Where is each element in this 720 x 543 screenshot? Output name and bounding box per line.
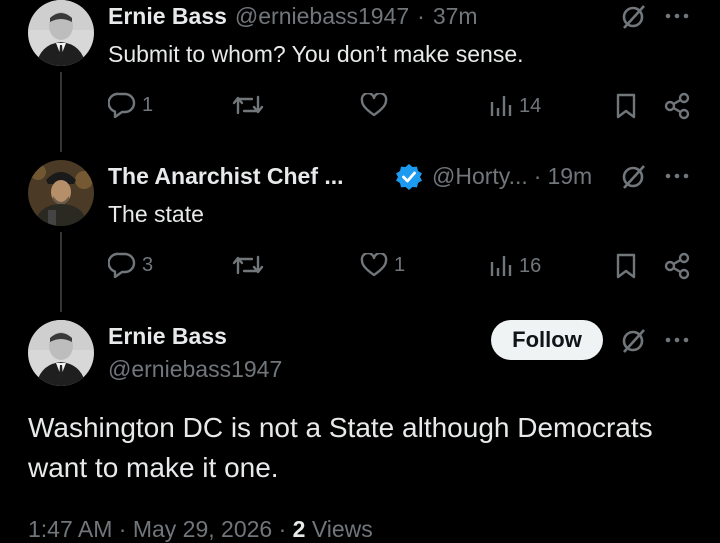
author-handle[interactable]: @erniebass1947 (108, 356, 282, 383)
more-icon[interactable] (664, 164, 690, 188)
views-icon (490, 256, 512, 276)
author-handle[interactable]: @Horty... (432, 163, 528, 190)
tweet-header: The Anarchist Chef ... (108, 163, 344, 190)
avatar[interactable] (28, 0, 94, 66)
separator: · (417, 3, 425, 29)
like-count: 1 (394, 253, 406, 276)
tweet-time[interactable]: 37m (433, 3, 478, 30)
like-button[interactable] (360, 93, 394, 117)
view-count: 14 (519, 94, 542, 117)
author-handle[interactable]: @erniebass1947 (235, 3, 409, 30)
views-button[interactable]: 14 (489, 94, 541, 118)
grok-icon[interactable] (618, 162, 648, 192)
separator: · (118, 516, 127, 542)
tweet-time[interactable]: 1:47 AM (28, 516, 112, 542)
view-count: 2 (292, 516, 306, 542)
heart-icon (360, 93, 388, 117)
author-name[interactable]: The Anarchist Chef ... (108, 163, 344, 190)
grok-icon[interactable] (618, 326, 648, 356)
tweet-timestamp-line: 1:47 AM · May 29, 2026 · 2 Views (28, 516, 373, 543)
main-tweet-text: Washington DC is not a State although De… (28, 412, 653, 483)
follow-button[interactable]: Follow (491, 320, 603, 360)
tweet-time[interactable]: 19m (547, 163, 592, 190)
share-icon[interactable] (662, 91, 692, 121)
verified-badge-icon (395, 163, 423, 191)
views-label: Views (311, 516, 373, 542)
like-button[interactable]: 1 (360, 253, 405, 277)
reply-button[interactable]: 1 (108, 92, 153, 118)
tweet-text: Submit to whom? You don’t make sense. (108, 41, 524, 67)
reply-icon (108, 252, 136, 278)
more-icon[interactable] (664, 328, 690, 352)
reply-button[interactable]: 3 (108, 252, 153, 278)
bookmark-icon[interactable] (612, 92, 640, 120)
tweet-date[interactable]: May 29, 2026 (133, 516, 272, 542)
reply-icon (108, 92, 136, 118)
retweet-button[interactable] (232, 93, 270, 117)
avatar[interactable] (28, 320, 94, 386)
tweet-header: Ernie Bass @erniebass1947 · 37m (108, 3, 478, 30)
views-button[interactable]: 16 (489, 254, 541, 278)
tweet-text: The state (108, 201, 204, 227)
tweet-meta: @Horty... · 19m (432, 163, 592, 190)
separator: · (278, 516, 287, 542)
author-name[interactable]: Ernie Bass (108, 323, 227, 350)
reply-count: 1 (142, 93, 154, 116)
avatar[interactable] (28, 160, 94, 226)
grok-icon[interactable] (618, 2, 648, 32)
share-icon[interactable] (662, 251, 692, 281)
heart-icon (360, 253, 388, 277)
retweet-button[interactable] (232, 253, 270, 277)
retweet-icon (232, 95, 264, 115)
views-icon (490, 96, 512, 116)
more-icon[interactable] (664, 4, 690, 28)
reply-count: 3 (142, 253, 154, 276)
bookmark-icon[interactable] (612, 252, 640, 280)
view-count: 16 (519, 254, 542, 277)
author-name[interactable]: Ernie Bass (108, 3, 227, 30)
thread-line (60, 232, 62, 312)
thread-line (60, 72, 62, 152)
separator: · (533, 163, 542, 189)
retweet-icon (232, 255, 264, 275)
